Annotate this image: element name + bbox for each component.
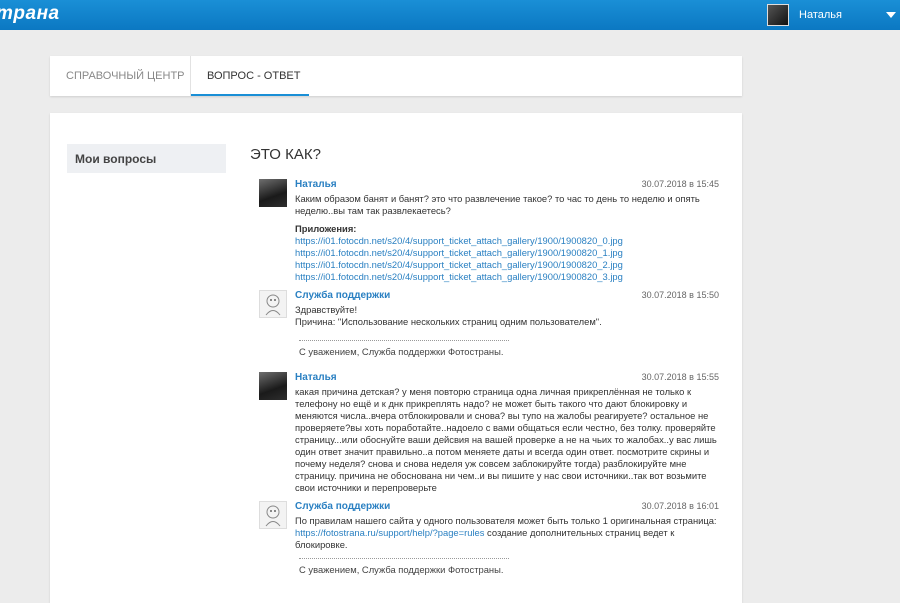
message-body: какая причина детская? у меня повторю ст… [295, 386, 719, 494]
tab-divider [190, 56, 191, 96]
message-time: 30.07.2018 в 15:50 [641, 290, 719, 300]
active-tab-indicator [191, 94, 309, 96]
message-text: Причина: "Использование нескольких стран… [295, 316, 602, 327]
attachments-label: Приложения: [295, 223, 357, 234]
rules-link[interactable]: https://fotostrana.ru/support/help/?page… [295, 527, 484, 538]
signature-divider [299, 558, 509, 559]
main-card: Мои вопросы ЭТО КАК? Наталья 30.07.2018 … [50, 113, 742, 603]
page-title: ЭТО КАК? [250, 146, 321, 163]
signature-divider [299, 340, 509, 341]
sidebar-item-my-questions[interactable]: Мои вопросы [67, 144, 226, 173]
user-menu[interactable]: Наталья [767, 0, 900, 30]
tab-help-center[interactable]: СПРАВОЧНЫЙ ЦЕНТР [66, 56, 185, 96]
message-author[interactable]: Служба поддержки [295, 501, 390, 512]
avatar[interactable] [259, 179, 287, 207]
avatar[interactable] [767, 4, 790, 26]
user-name[interactable]: Наталья [799, 9, 842, 21]
sidebar-item-label: Мои вопросы [75, 152, 157, 166]
avatar[interactable] [259, 372, 287, 400]
message-author[interactable]: Служба поддержки [295, 290, 390, 301]
message-body: Здравствуйте! Причина: "Использование не… [295, 304, 719, 328]
message-author[interactable]: Наталья [295, 179, 337, 190]
attachment-link[interactable]: https://i01.fotocdn.net/s20/4/support_ti… [295, 247, 719, 259]
message-time: 30.07.2018 в 16:01 [641, 501, 719, 511]
message-body: По правилам нашего сайта у одного пользо… [295, 515, 719, 551]
message-text: Здравствуйте! [295, 304, 358, 315]
site-logo[interactable]: трана [0, 3, 60, 25]
message-signature: С уважением, Служба поддержки Фотостраны… [299, 564, 504, 575]
message-text-part: По правилам нашего сайта у одного пользо… [295, 515, 717, 526]
message-time: 30.07.2018 в 15:45 [641, 179, 719, 189]
message-body: Каким образом банят и банят? это что раз… [295, 193, 719, 283]
tab-question-answer[interactable]: ВОПРОС - ОТВЕТ [207, 56, 300, 96]
support-avatar-icon[interactable] [259, 501, 287, 529]
message-text: какая причина детская? у меня повторю ст… [295, 386, 717, 493]
tab-bar: СПРАВОЧНЫЙ ЦЕНТР ВОПРОС - ОТВЕТ [50, 56, 742, 96]
attachment-link[interactable]: https://i01.fotocdn.net/s20/4/support_ti… [295, 271, 719, 283]
attachment-link[interactable]: https://i01.fotocdn.net/s20/4/support_ti… [295, 259, 719, 271]
attachment-link[interactable]: https://i01.fotocdn.net/s20/4/support_ti… [295, 235, 719, 247]
message-signature: С уважением, Служба поддержки Фотостраны… [299, 346, 504, 357]
message-author[interactable]: Наталья [295, 372, 337, 383]
message-text: Каким образом банят и банят? это что раз… [295, 193, 700, 216]
message-time: 30.07.2018 в 15:55 [641, 372, 719, 382]
message-text: По правилам нашего сайта у одного пользо… [295, 515, 719, 551]
top-bar: трана Наталья [0, 0, 900, 30]
support-avatar-icon[interactable] [259, 290, 287, 318]
chevron-down-icon[interactable] [886, 12, 896, 18]
